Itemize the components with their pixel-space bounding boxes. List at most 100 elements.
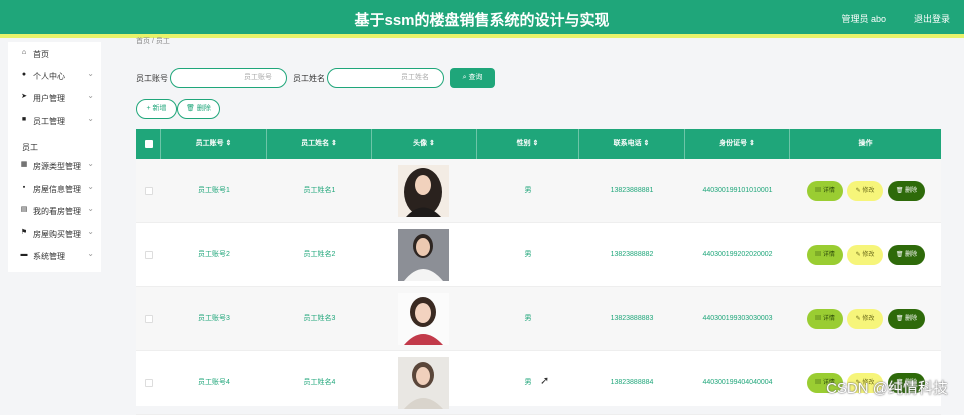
chevron-down-icon: ⌄ (87, 249, 94, 258)
sidebar-item-label: 个人中心 (33, 71, 65, 82)
logout-link[interactable]: 退出登录 (914, 12, 950, 25)
name-label: 员工姓名 (293, 73, 325, 84)
doc-icon: ▤ (20, 206, 28, 214)
cell-phone: 13823888881 (579, 159, 685, 223)
cell-gender: 男 (477, 287, 579, 351)
sidebar-item-users[interactable]: ➤ 用户管理 ⌄ (8, 88, 101, 108)
column-header[interactable]: 员工姓名 ⇕ (267, 129, 372, 159)
mouse-cursor-icon: ➚ (540, 374, 549, 387)
chevron-down-icon: ⌄ (87, 69, 94, 78)
cell-account: 员工账号4 (161, 351, 267, 415)
sidebar-item-house-info[interactable]: ▪ 房屋信息管理 ⌄ (8, 179, 101, 199)
row-checkbox[interactable] (145, 187, 153, 195)
sidebar-item-house-types[interactable]: ▦ 房源类型管理 ⌄ (8, 156, 101, 176)
search-button-label: 查询 (468, 74, 482, 81)
user-icon: ● (20, 71, 28, 79)
top-header: 基于ssm的楼盘销售系统的设计与实现 管理员 abo 退出登录 (0, 0, 964, 34)
detail-button[interactable]: ▤ 详情 (807, 309, 843, 329)
row-checkbox[interactable] (145, 379, 153, 387)
search-button[interactable]: ⌕ 查询 (450, 68, 495, 88)
sidebar-item-label: 房屋信息管理 (33, 184, 81, 195)
avatar (398, 293, 449, 345)
edit-button[interactable]: ✎ 修改 (847, 181, 883, 201)
sidebar: ⌂ 首页 ● 个人中心 ⌄ ➤ 用户管理 ⌄ ■ 员工管理 ⌄ 员工 ▦ 房源类… (8, 42, 101, 272)
detail-button[interactable]: ▤ 详情 (807, 245, 843, 265)
cell-phone: 13823888882 (579, 223, 685, 287)
delete-label: 删除 (197, 105, 211, 112)
cell-id-number: 440300199202020002 (685, 223, 790, 287)
sidebar-item-personal[interactable]: ● 个人中心 ⌄ (8, 66, 101, 86)
chevron-down-icon: ⌄ (87, 227, 94, 236)
cell-id-number: 440300199303030003 (685, 287, 790, 351)
sidebar-item-label: 房屋购买管理 (33, 229, 81, 240)
edit-button[interactable]: ✎ 修改 (847, 245, 883, 265)
delete-button[interactable]: 🗑 删除 (888, 309, 925, 329)
watermark: CSDN @纯情科技 (826, 377, 948, 398)
avatar (398, 165, 449, 217)
name-search-input[interactable]: 员工姓名 (327, 68, 444, 88)
sidebar-item-label: 房源类型管理 (33, 161, 81, 172)
sidebar-subitem-staff[interactable]: 员工 (8, 137, 101, 157)
column-header[interactable]: 头像 ⇕ (372, 129, 477, 159)
delete-button[interactable]: 🗑 删除 (888, 181, 925, 201)
column-header[interactable]: 性别 ⇕ (477, 129, 579, 159)
avatar (398, 357, 449, 409)
send-icon: ➤ (20, 93, 28, 101)
admin-label: 管理员 abo (841, 12, 886, 25)
detail-button[interactable]: ▤ 详情 (807, 181, 843, 201)
column-header[interactable]: 身份证号 ⇕ (685, 129, 790, 159)
sidebar-item-purchases[interactable]: ⚑ 房屋购买管理 ⌄ (8, 224, 101, 244)
sidebar-item-label: 首页 (33, 49, 49, 60)
account-label: 员工账号 (136, 73, 168, 84)
breadcrumb: 首页 / 员工 (136, 36, 170, 46)
book-icon: ■ (20, 116, 28, 124)
sidebar-item-label: 系统管理 (33, 251, 65, 262)
cell-name: 员工姓名2 (267, 223, 372, 287)
add-button[interactable]: + 新增 (136, 99, 177, 119)
account-search-input[interactable]: 员工账号 (170, 68, 287, 88)
select-all-checkbox[interactable] (145, 140, 153, 148)
column-header[interactable]: 联系电话 ⇕ (579, 129, 685, 159)
column-header: 操作 (790, 129, 941, 159)
cell-account: 员工账号1 (161, 159, 267, 223)
bulk-delete-button[interactable]: 🗑 删除 (177, 99, 220, 119)
sidebar-item-home[interactable]: ⌂ 首页 (8, 44, 101, 64)
sidebar-item-staff[interactable]: ■ 员工管理 ⌄ (8, 111, 101, 131)
sidebar-item-label: 员工 (22, 142, 38, 153)
delete-button[interactable]: 🗑 删除 (888, 245, 925, 265)
select-all-cell (136, 129, 161, 159)
edit-button[interactable]: ✎ 修改 (847, 309, 883, 329)
cell-gender: 男 (477, 223, 579, 287)
sidebar-item-label: 我的看房管理 (33, 206, 81, 217)
cell-account: 员工账号2 (161, 223, 267, 287)
table-row: 员工账号2 员工姓名2 男 13823888882 44030019920202… (136, 223, 941, 287)
sidebar-item-label: 员工管理 (33, 116, 65, 127)
table-header: 员工账号 ⇕ 员工姓名 ⇕ 头像 ⇕ 性别 ⇕ 联系电话 ⇕ 身份证号 ⇕ 操作 (136, 129, 941, 159)
search-bar: 员工账号 员工账号 员工姓名 员工姓名 ⌕ 查询 (136, 68, 636, 88)
avatar (398, 229, 449, 281)
sidebar-item-system[interactable]: ▬ 系统管理 ⌄ (8, 246, 101, 266)
app-title: 基于ssm的楼盘销售系统的设计与实现 (0, 9, 964, 30)
chevron-down-icon: ⌄ (87, 114, 94, 123)
cell-name: 员工姓名4 (267, 351, 372, 415)
cell-name: 员工姓名1 (267, 159, 372, 223)
column-header[interactable]: 员工账号 ⇕ (161, 129, 267, 159)
table-row: 员工账号4 员工姓名4 男 13823888884 44030019940404… (136, 351, 941, 415)
row-checkbox[interactable] (145, 315, 153, 323)
sidebar-item-label: 用户管理 (33, 93, 65, 104)
grid-icon: ▦ (20, 161, 28, 169)
sidebar-item-viewings[interactable]: ▤ 我的看房管理 ⌄ (8, 201, 101, 221)
monitor-icon: ▬ (20, 251, 28, 259)
staff-table: 员工账号 ⇕ 员工姓名 ⇕ 头像 ⇕ 性别 ⇕ 联系电话 ⇕ 身份证号 ⇕ 操作… (136, 129, 941, 406)
cell-phone: 13823888884 (579, 351, 685, 415)
cell-phone: 13823888883 (579, 287, 685, 351)
table-row: 员工账号3 员工姓名3 男 13823888883 44030019930303… (136, 287, 941, 351)
cell-id-number: 440300199101010001 (685, 159, 790, 223)
flag-icon: ⚑ (20, 229, 28, 237)
chevron-down-icon: ⌄ (87, 159, 94, 168)
chevron-down-icon: ⌄ (87, 182, 94, 191)
cell-account: 员工账号3 (161, 287, 267, 351)
row-checkbox[interactable] (145, 251, 153, 259)
chevron-down-icon: ⌄ (87, 204, 94, 213)
apps-icon: ▪ (20, 184, 28, 192)
